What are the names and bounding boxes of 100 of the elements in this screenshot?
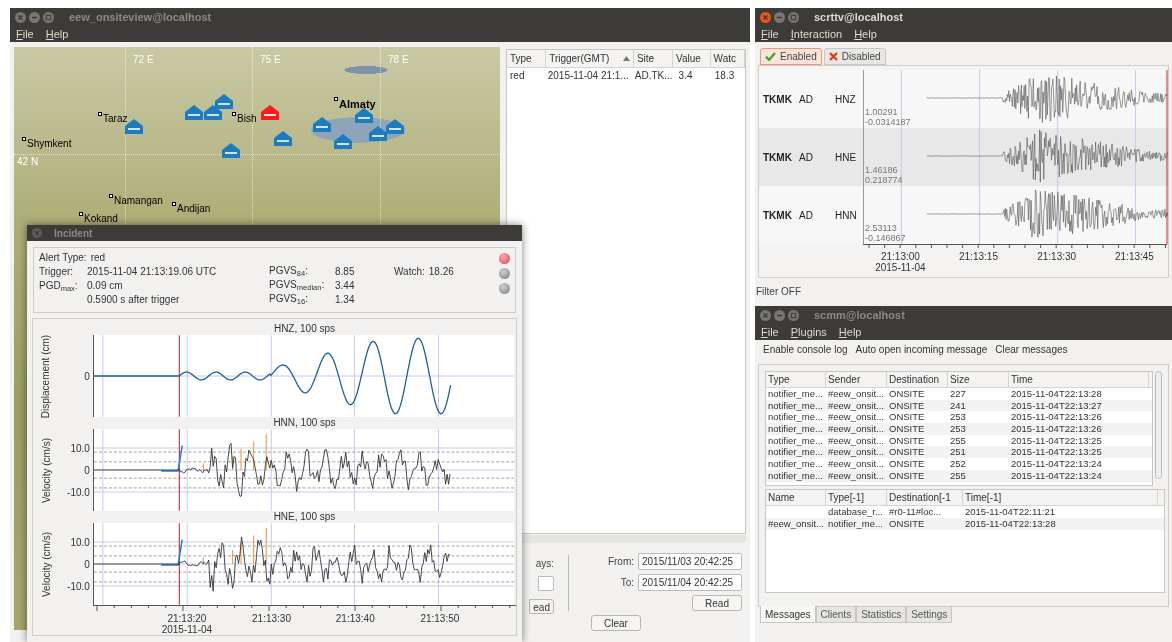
menu-item[interactable]: File (16, 26, 34, 43)
close-icon[interactable] (32, 228, 42, 238)
city-label: Andijan (177, 203, 211, 215)
column-header[interactable]: Destination[-1 (887, 490, 963, 505)
grid-label: 78 E (388, 53, 409, 67)
column-header[interactable]: Type (507, 50, 547, 67)
column-header[interactable]: Time (1009, 372, 1149, 387)
field-value: 2015-11-04 21:13:19.06 UTC (87, 265, 217, 279)
tab[interactable]: Disabled (823, 48, 886, 65)
column-header[interactable]: Site (633, 50, 673, 67)
channel-label: HNE (835, 150, 857, 165)
minimize-icon[interactable] (774, 310, 785, 321)
checkmark-icon (765, 52, 776, 61)
amplitude-max: 1.46186 (865, 165, 899, 175)
close-icon[interactable] (15, 12, 26, 23)
channel-label: HNN (835, 208, 857, 223)
table-cell-text: notifier_me... (767, 399, 824, 412)
tick-label: -10.0 (67, 485, 90, 500)
maximize-icon[interactable] (43, 12, 54, 23)
column-header[interactable]: Type[-1] (826, 490, 887, 505)
city-label: Taraz (103, 113, 128, 125)
window-title: scmm@localhost (814, 308, 905, 324)
column-header[interactable]: Value (673, 50, 711, 67)
read-button[interactable]: Read (692, 595, 742, 611)
table-cell-text: ONSITE (888, 458, 926, 470)
field-label: From: (607, 555, 634, 569)
table-cell-text: 2015-11-04T22:13:28 (964, 518, 1057, 530)
toolbar-button[interactable]: Clear messages (995, 341, 1068, 357)
table-cell-text: #eew_onsit... (827, 434, 885, 447)
table-cell-text: ONSITE (888, 469, 926, 482)
window-title: eew_onsiteview@localhost (69, 10, 212, 26)
tick-label: 21:13:50 (420, 612, 460, 626)
tick-label: 21:13:20 (167, 612, 207, 625)
field-label: ays: (535, 557, 554, 571)
city-label: Namangan (114, 195, 163, 207)
tab[interactable]: Messages (760, 606, 816, 623)
tab[interactable]: Statistics (856, 606, 907, 623)
tab[interactable]: Enabled (760, 48, 822, 65)
minimize-icon[interactable] (774, 12, 785, 23)
menu-item[interactable]: Plugins (790, 324, 827, 341)
table-cell-text: notifier_me... (767, 469, 824, 482)
close-icon[interactable] (760, 12, 771, 23)
table-cell-text: 253 (949, 423, 967, 435)
menu-item[interactable]: Help (854, 26, 877, 43)
vertical-scrollbar[interactable] (1155, 371, 1162, 479)
column-header[interactable]: Watc (710, 50, 745, 67)
table-cell-text: notifier_me... (767, 446, 824, 459)
column-header[interactable]: Size (948, 372, 1009, 387)
table-cell-text: 2015-11-04T22:13:25 (1010, 434, 1103, 447)
maximize-icon[interactable] (788, 12, 799, 23)
toolbar-button[interactable]: Enable console log (763, 341, 848, 357)
clear-button[interactable]: Clear (591, 615, 641, 631)
cross-icon (828, 52, 838, 61)
minimize-icon[interactable] (29, 12, 40, 23)
column-header[interactable]: Trigger(GMT) (546, 50, 634, 67)
menu-item[interactable]: Help (838, 324, 862, 341)
spin-box[interactable] (538, 576, 554, 591)
tick-label: 10.0 (70, 441, 90, 456)
table-cell-text: #eew_onsit... (827, 411, 885, 424)
table-cell-text: ONSITE (888, 518, 926, 530)
column-header[interactable]: Destination (887, 372, 948, 387)
field-label: Watch: (394, 265, 425, 279)
table-cell-text: ONSITE (888, 399, 926, 412)
table-cell-text: 251 (949, 446, 967, 459)
field-label: PGVS$_{16}$: (269, 293, 309, 307)
table-cell-text: notifier_me... (827, 518, 884, 530)
city-marker-icon (334, 97, 338, 101)
menu-item[interactable]: File (761, 26, 779, 43)
toolbar-button[interactable]: Auto open incoming message (855, 341, 988, 357)
table-cell-text: #eew_onsit... (827, 469, 885, 482)
city-marker-icon (232, 112, 236, 116)
tab[interactable]: Clients (815, 606, 857, 623)
tick-label: 0 (84, 557, 90, 572)
table-cell-text: notifier_me... (767, 423, 824, 435)
city-marker-icon (98, 112, 102, 116)
field-value: red (90, 251, 106, 265)
menu-item[interactable]: Interaction (790, 26, 843, 43)
station-label: TKMK (763, 208, 793, 223)
plot-title: HNE, 100 sps (273, 511, 336, 523)
column-header[interactable]: Time[-1] (963, 490, 1158, 505)
table-cell-text: 255 (949, 469, 967, 482)
read-button[interactable]: ead (529, 599, 554, 614)
table-cell-text: red (509, 69, 526, 82)
menu-item[interactable]: File (761, 324, 779, 341)
date-label: 2015-11-04 (161, 623, 213, 637)
field-label: To: (620, 576, 634, 590)
table-cell-text: 3.4 (677, 69, 694, 82)
close-icon[interactable] (760, 310, 771, 321)
maximize-icon[interactable] (788, 310, 799, 321)
tick-label: 21:13:45 (1115, 250, 1154, 264)
tick-label: 21:13:15 (959, 250, 998, 264)
tick-label: -10.0 (67, 579, 90, 594)
tab[interactable]: Settings (906, 606, 953, 623)
column-header[interactable]: Type (766, 372, 826, 387)
date-time-field[interactable]: 2015/11/03 20:42:25 (638, 553, 742, 570)
column-header[interactable]: Name (766, 490, 826, 505)
column-header[interactable]: Sender (826, 372, 887, 387)
tick-label: 0 (84, 463, 90, 478)
menu-item[interactable]: Help (45, 26, 69, 43)
date-time-field[interactable]: 2015/11/04 20:42:25 (638, 574, 742, 591)
